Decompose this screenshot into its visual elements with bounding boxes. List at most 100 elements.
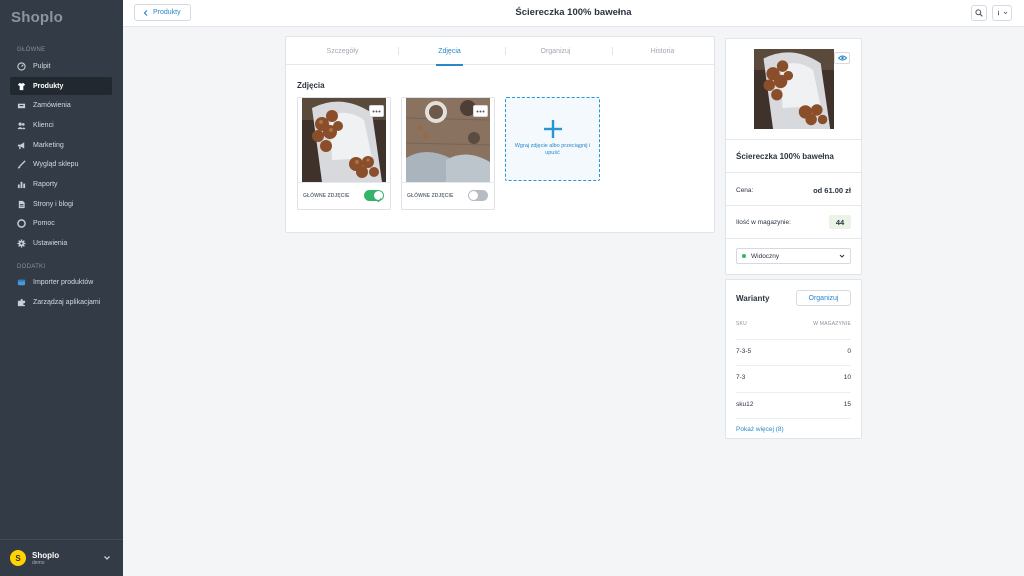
tab-organizuj[interactable]: Organizuj (502, 37, 609, 65)
variant-sku: sku12 (736, 401, 754, 408)
photo-options-button[interactable] (369, 105, 384, 117)
main-photo-toggle[interactable] (468, 190, 488, 201)
variant-stock: 15 (843, 401, 851, 408)
toggle-knob (469, 191, 478, 200)
inbox-icon (16, 100, 26, 110)
sidebar-item-label: Klienci (33, 121, 54, 129)
variant-sku: 7-3 (736, 374, 746, 381)
sidebar-item-label: Marketing (33, 141, 64, 149)
active-tab-indicator (436, 64, 463, 66)
column-header-sku: SKU (736, 321, 747, 327)
images-heading: Zdjęcia (297, 81, 325, 90)
show-more-variants-link[interactable]: Pokaż więcej (8) (736, 426, 784, 433)
variant-sku: 7-3-5 (736, 348, 752, 355)
divider (726, 139, 861, 140)
divider (726, 238, 861, 239)
photo-options-button[interactable] (473, 105, 488, 117)
sidebar-item-zamowienia[interactable]: Zamówienia (10, 96, 112, 114)
tshirt-icon (16, 81, 26, 91)
stock-quantity-badge: 44 (829, 215, 851, 229)
sidebar-item-marketing[interactable]: Marketing (10, 136, 112, 154)
tab-label: Szczegóły (326, 47, 359, 55)
section-label-main: GŁÓWNE (17, 47, 46, 53)
product-price: od 61.00 zł (813, 186, 851, 195)
variant-stock: 10 (843, 374, 851, 381)
chevron-down-icon (839, 254, 845, 258)
main-photo-toggle[interactable] (364, 190, 384, 202)
sidebar-item-label: Zarządzaj aplikacjami (33, 298, 101, 306)
lifebuoy-icon (16, 218, 26, 228)
sidebar-item-strony-i-blogi[interactable]: Strony i blogi (10, 195, 112, 213)
search-button[interactable] (971, 5, 987, 21)
sidebar-item-klienci[interactable]: Klienci (10, 116, 112, 134)
tab-label: Historia (650, 47, 675, 55)
stock-label: Ilość w magazynie: (736, 219, 791, 226)
image-upload-dropzone[interactable]: Wgraj zdjęcie albo przeciągnij i upuść (505, 97, 600, 181)
sidebar-item-label: Ustawienia (33, 239, 68, 247)
sidebar-item-ustawienia[interactable]: Ustawienia (10, 234, 112, 252)
chevron-down-icon (1003, 11, 1008, 15)
sidebar-item-zarzadzaj-aplikacjami[interactable]: Zarządzaj aplikacjami (10, 293, 112, 311)
main-photo-label: GŁÓWNE ZDJĘCIE (303, 193, 350, 199)
tab-zdjecia[interactable]: Zdjęcia (396, 37, 503, 66)
divider (402, 182, 494, 183)
product-thumbnail (754, 49, 834, 129)
bar-chart-icon (16, 179, 26, 189)
status-dot (742, 254, 746, 258)
store-switcher[interactable]: S Shoplo demo (0, 539, 123, 576)
table-row[interactable]: sku12 15 (736, 392, 851, 418)
sidebar: Shoplo GŁÓWNE Pulpit Produkty Zamówienia… (0, 0, 123, 576)
photo-card: GŁÓWNE ZDJĘCIE (297, 97, 391, 210)
sidebar-item-label: Pulpit (33, 62, 51, 70)
shoplo-logo[interactable]: Shoplo (11, 9, 63, 26)
sidebar-item-importer[interactable]: Importer produktów (10, 273, 112, 291)
brush-icon (16, 159, 26, 169)
visibility-select[interactable]: Widoczny (736, 248, 851, 264)
sidebar-item-label: Wygląd sklepu (33, 160, 79, 168)
store-subtitle: demo (32, 559, 45, 566)
sidebar-item-label: Raporty (33, 180, 58, 188)
sidebar-item-pulpit[interactable]: Pulpit (10, 57, 112, 75)
divider (298, 182, 390, 183)
table-row[interactable]: 7-3 10 (736, 365, 851, 391)
tab-szczegoly[interactable]: Szczegóły (289, 37, 396, 65)
product-name: Ściereczka 100% bawełna (736, 152, 834, 161)
sidebar-item-raporty[interactable]: Raporty (10, 175, 112, 193)
column-header-stock: W MAGAZYNIE (813, 321, 851, 327)
megaphone-icon (16, 140, 26, 150)
divider (726, 172, 861, 173)
importer-icon (16, 277, 26, 287)
sidebar-item-wyglad-sklepu[interactable]: Wygląd sklepu (10, 155, 112, 173)
page-title: Ściereczka 100% bawełna (515, 7, 632, 18)
store-name: Shoplo (32, 550, 60, 560)
visibility-value: Widoczny (751, 252, 780, 260)
table-row[interactable]: 7-3-5 0 (736, 339, 851, 365)
document-icon (16, 199, 26, 209)
tab-label: Zdjęcia (438, 47, 461, 55)
divider (726, 205, 861, 206)
topbar: Produkty Ściereczka 100% bawełna (123, 0, 1024, 27)
info-icon (997, 10, 1000, 16)
organize-variants-button[interactable]: Organizuj (796, 290, 851, 306)
store-info: Shoplo demo (32, 551, 59, 566)
preview-button[interactable] (834, 52, 850, 64)
puzzle-icon (16, 297, 26, 307)
product-summary-card: Ściereczka 100% bawełna Cena: od 61.00 z… (725, 38, 862, 275)
product-tabs: Szczegóły Zdjęcia Organizuj Historia (286, 37, 716, 66)
sidebar-item-label: Zamówienia (33, 101, 71, 109)
sidebar-item-pomoc[interactable]: Pomoc (10, 214, 112, 232)
sidebar-item-produkty[interactable]: Produkty (10, 77, 112, 95)
eye-icon (837, 55, 847, 61)
more-icon (476, 110, 485, 112)
main-photo-label: GŁÓWNE ZDJĘCIE (407, 193, 454, 199)
info-menu-button[interactable] (992, 5, 1012, 21)
plus-icon (544, 120, 562, 138)
price-label: Cena: (736, 187, 754, 194)
tab-historia[interactable]: Historia (609, 37, 716, 65)
upload-instructions: Wgraj zdjęcie albo przeciągnij i upuść (514, 143, 591, 156)
divider (736, 418, 851, 419)
sidebar-item-label: Produkty (33, 82, 64, 90)
photo-card: GŁÓWNE ZDJĘCIE (401, 97, 495, 210)
store-avatar: S (10, 550, 26, 566)
tab-label: Organizuj (540, 47, 571, 55)
